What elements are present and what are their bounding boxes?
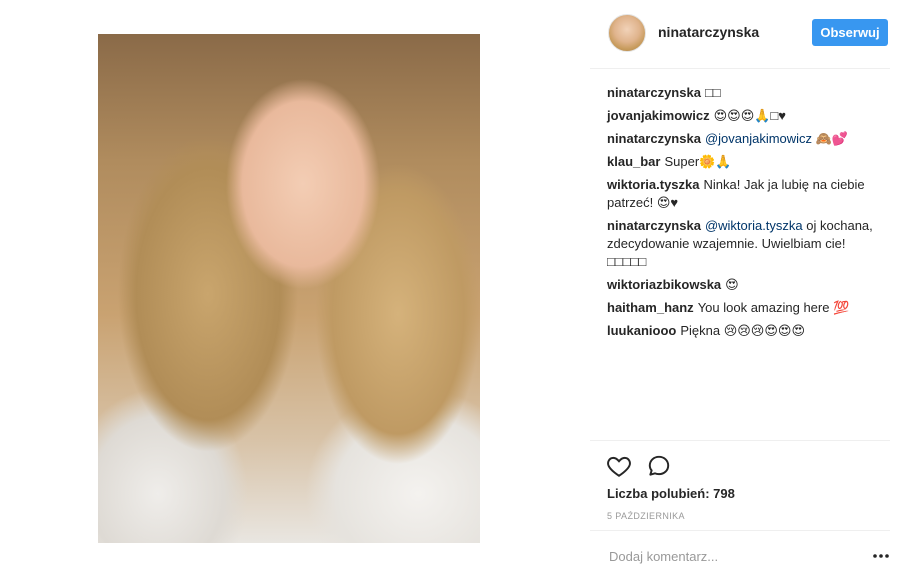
comment-item: klau_bar Super🌼🙏 (607, 153, 887, 171)
comment-username[interactable]: luukaniooo (607, 323, 676, 338)
avatar[interactable] (608, 14, 646, 52)
comment-text: Super🌼🙏 (664, 154, 732, 169)
post-sidebar: ninatarczynska Obserwuj ninatarczynska □□… (590, 0, 900, 578)
photo-area (0, 0, 590, 578)
post-header: ninatarczynska Obserwuj (590, 0, 890, 69)
comment-item: wiktoriazbikowska 😍 (607, 276, 887, 294)
comment-text: 🙈💕 (815, 131, 849, 146)
comment-username[interactable]: ninatarczynska (607, 131, 701, 146)
comment-item: ninatarczynska @jovanjakimowicz 🙈💕 (607, 130, 887, 148)
comments-list: ninatarczynska □□ jovanjakimowicz 😍😍😍🙏□♥ n… (607, 84, 887, 345)
comment-text: 😍😍😍🙏□♥ (713, 108, 787, 123)
comment-text: You look amazing here 💯 (697, 300, 850, 315)
comment-text: 😍 (725, 277, 739, 292)
comment-username[interactable]: wiktoriazbikowska (607, 277, 721, 292)
comment-item: haitham_hanz You look amazing here 💯 (607, 299, 887, 317)
comment-username[interactable]: haitham_hanz (607, 300, 694, 315)
comment-username[interactable]: jovanjakimowicz (607, 108, 710, 123)
comment-item: ninatarczynska @wiktoria.tyszka oj kochan… (607, 217, 887, 271)
comment-input[interactable] (607, 545, 851, 567)
comment-username[interactable]: klau_bar (607, 154, 660, 169)
comment-bubble-icon[interactable] (646, 453, 672, 479)
likes-count[interactable]: Liczba polubień: 798 (607, 486, 735, 501)
comment-text: Piękna 😢😢😢😍😍😍 (680, 323, 806, 338)
heart-icon[interactable] (606, 453, 632, 479)
comment-item: ninatarczynska □□ (607, 84, 887, 102)
comment-mention[interactable]: @jovanjakimowicz (705, 131, 812, 146)
more-dots-icon[interactable] (872, 547, 890, 565)
comment-username[interactable]: ninatarczynska (607, 85, 701, 100)
author-username[interactable]: ninatarczynska (658, 24, 759, 40)
post-actions (590, 440, 890, 481)
comment-username[interactable]: wiktoria.tyszka (607, 177, 700, 192)
post-date[interactable]: 5 PAŹDZIERNIKA (607, 511, 685, 521)
comment-item: wiktoria.tyszka Ninka! Jak ja lubię na ci… (607, 176, 887, 212)
comment-item: luukaniooo Piękna 😢😢😢😍😍😍 (607, 322, 887, 340)
comment-text: □□ (704, 85, 721, 100)
follow-button[interactable]: Obserwuj (812, 19, 888, 46)
comment-username[interactable]: ninatarczynska (607, 218, 701, 233)
post-photo[interactable] (98, 34, 480, 543)
comment-item: jovanjakimowicz 😍😍😍🙏□♥ (607, 107, 887, 125)
comment-mention[interactable]: @wiktoria.tyszka (705, 218, 803, 233)
add-comment-area (590, 530, 890, 579)
